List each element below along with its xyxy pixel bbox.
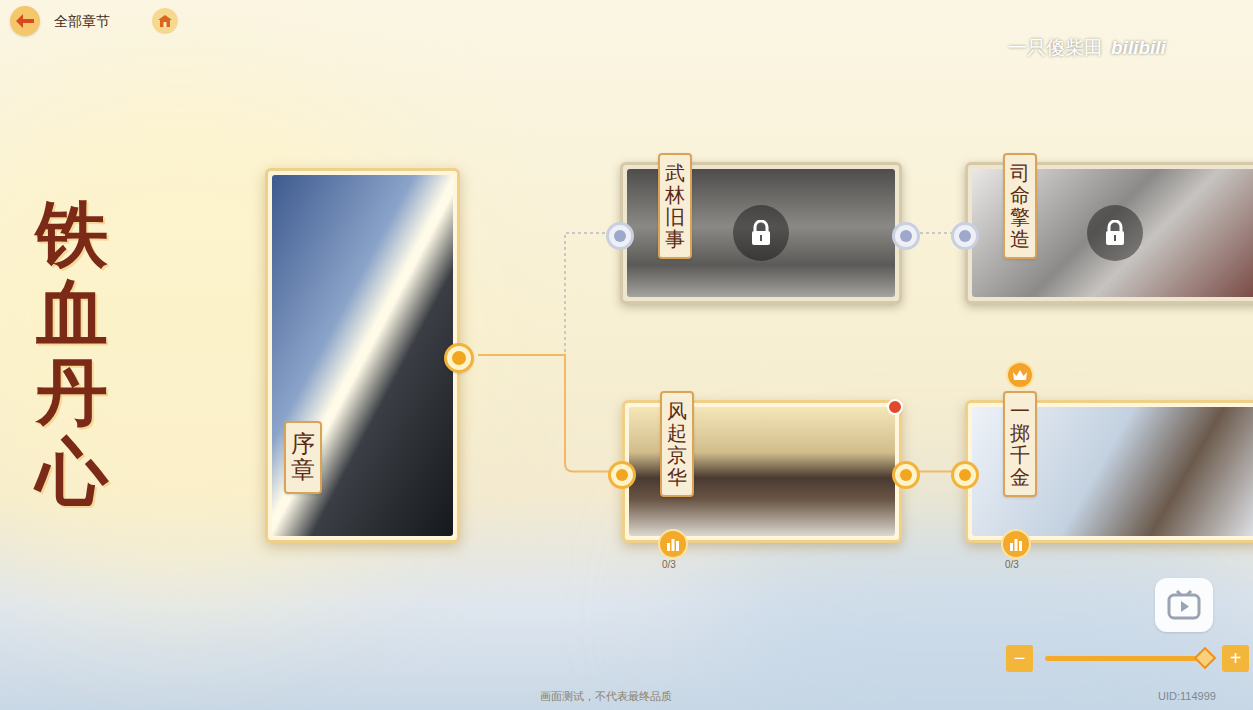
test-notice: 画面测试，不代表最终品质: [540, 688, 672, 705]
screen: 全部章节 一只傻柴田 bilibili 铁血丹心 序章 武林旧事 司命擎造风起京华…: [0, 0, 1253, 710]
lock-icon: [1104, 220, 1126, 246]
prologue-tag: 序章: [284, 421, 322, 494]
progress-bars-icon: [666, 537, 680, 551]
crown-badge: [1006, 361, 1034, 389]
progress-text: 0/3: [661, 557, 677, 572]
zoom-control: − +: [1006, 645, 1249, 672]
connector-line: [478, 233, 617, 355]
play-icon: [1167, 590, 1201, 620]
prologue-card[interactable]: 序章: [265, 168, 460, 543]
progress-badge: [1001, 529, 1031, 559]
zoom-track[interactable]: [1045, 656, 1210, 661]
back-arrow-icon: [15, 13, 35, 29]
crown-icon: [1012, 369, 1028, 381]
progress-badge: [658, 529, 688, 559]
prologue-label: 序章: [291, 431, 315, 484]
prologue-node[interactable]: [444, 343, 474, 373]
chapter-tag: 司命擎造: [1003, 153, 1037, 259]
connector-line: [478, 355, 619, 472]
chapter-node[interactable]: [892, 461, 920, 489]
top-bar: 全部章节: [10, 6, 178, 36]
watermark-author: 一只傻柴田: [1008, 34, 1103, 63]
chapter-label: 一掷千金: [1010, 400, 1030, 488]
lock-badge: [733, 205, 789, 261]
node-dot: [900, 230, 912, 242]
chapter-connectors: [0, 0, 1253, 710]
node-dot: [616, 469, 628, 481]
home-button[interactable]: [152, 8, 178, 34]
node-dot: [900, 469, 912, 481]
chapter-card[interactable]: 一掷千金0/3: [965, 400, 1253, 543]
watermark-site: bilibili: [1111, 34, 1166, 63]
chapter-tag: 武林旧事: [658, 153, 692, 259]
node-dot: [959, 230, 971, 242]
node-dot: [959, 469, 971, 481]
zoom-fill: [1045, 656, 1205, 661]
home-icon: [157, 14, 173, 28]
chapter-node[interactable]: [608, 461, 636, 489]
chapter-label: 司命擎造: [1010, 162, 1030, 250]
page-title: 全部章节: [50, 9, 114, 34]
chapter-node[interactable]: [892, 222, 920, 250]
progress-bars-icon: [1009, 537, 1023, 551]
lock-icon: [750, 220, 772, 246]
chapter-node[interactable]: [606, 222, 634, 250]
lock-badge: [1087, 205, 1143, 261]
chapter-card[interactable]: 风起京华0/3: [622, 400, 902, 543]
uid-label: UID:114999: [1158, 688, 1216, 705]
node-dot: [614, 230, 626, 242]
chapter-node[interactable]: [951, 461, 979, 489]
progress-text: 0/3: [1004, 557, 1020, 572]
chapter-card[interactable]: 司命擎造: [965, 162, 1253, 304]
chapter-card[interactable]: 武林旧事: [620, 162, 902, 304]
watermark: 一只傻柴田 bilibili: [1008, 34, 1166, 63]
zoom-out-button[interactable]: −: [1006, 645, 1033, 672]
chapter-label: 风起京华: [667, 400, 687, 488]
zoom-handle[interactable]: [1194, 647, 1217, 670]
chapter-tag: 一掷千金: [1003, 391, 1037, 497]
zoom-in-button[interactable]: +: [1222, 645, 1249, 672]
node-dot: [452, 351, 466, 365]
game-title: 铁血丹心: [36, 196, 108, 513]
play-button[interactable]: [1155, 578, 1213, 632]
chapter-tag: 风起京华: [660, 391, 694, 497]
chapter-label: 武林旧事: [665, 162, 685, 250]
chapter-node[interactable]: [951, 222, 979, 250]
new-badge: [887, 399, 903, 415]
back-button[interactable]: [10, 6, 40, 36]
